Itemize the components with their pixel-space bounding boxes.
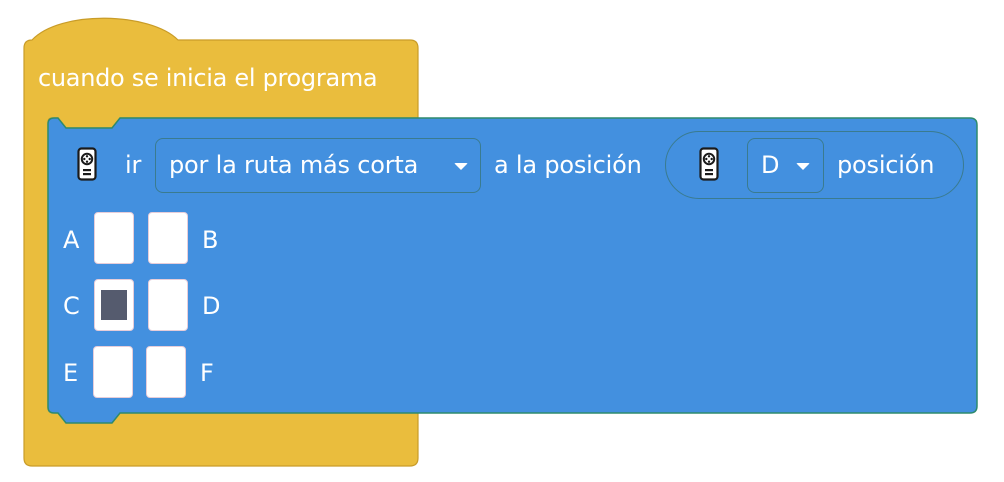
route-dropdown-value: por la ruta más corta bbox=[169, 151, 419, 179]
chevron-down-icon bbox=[796, 163, 810, 170]
grid-cell-e[interactable] bbox=[93, 346, 133, 398]
grid-cell-b[interactable] bbox=[148, 212, 188, 264]
grid-cell-c[interactable] bbox=[94, 279, 134, 331]
grid-cell-a[interactable] bbox=[94, 212, 134, 264]
route-dropdown[interactable]: por la ruta más corta bbox=[155, 138, 481, 193]
remote-control-icon bbox=[77, 147, 97, 181]
cell-label-a: A bbox=[63, 226, 80, 254]
position-reporter-label: posición bbox=[837, 151, 935, 179]
grid-cell-d[interactable] bbox=[148, 279, 188, 331]
block-canvas: cuando se inicia el programa ir por la r… bbox=[0, 0, 1004, 482]
remote-control-icon bbox=[699, 147, 719, 181]
move-verb-label: ir bbox=[125, 151, 142, 179]
target-label: a la posición bbox=[494, 151, 642, 179]
chevron-down-icon bbox=[454, 163, 468, 170]
grid-cell-f[interactable] bbox=[146, 346, 186, 398]
position-dropdown-value: D bbox=[761, 151, 780, 179]
cell-label-f: F bbox=[200, 359, 214, 387]
cell-label-e: E bbox=[63, 359, 79, 387]
selected-cell-marker bbox=[101, 290, 127, 320]
position-dropdown[interactable]: D bbox=[747, 138, 824, 193]
cell-label-b: B bbox=[202, 226, 219, 254]
cell-label-c: C bbox=[63, 292, 80, 320]
cell-label-d: D bbox=[202, 292, 221, 320]
